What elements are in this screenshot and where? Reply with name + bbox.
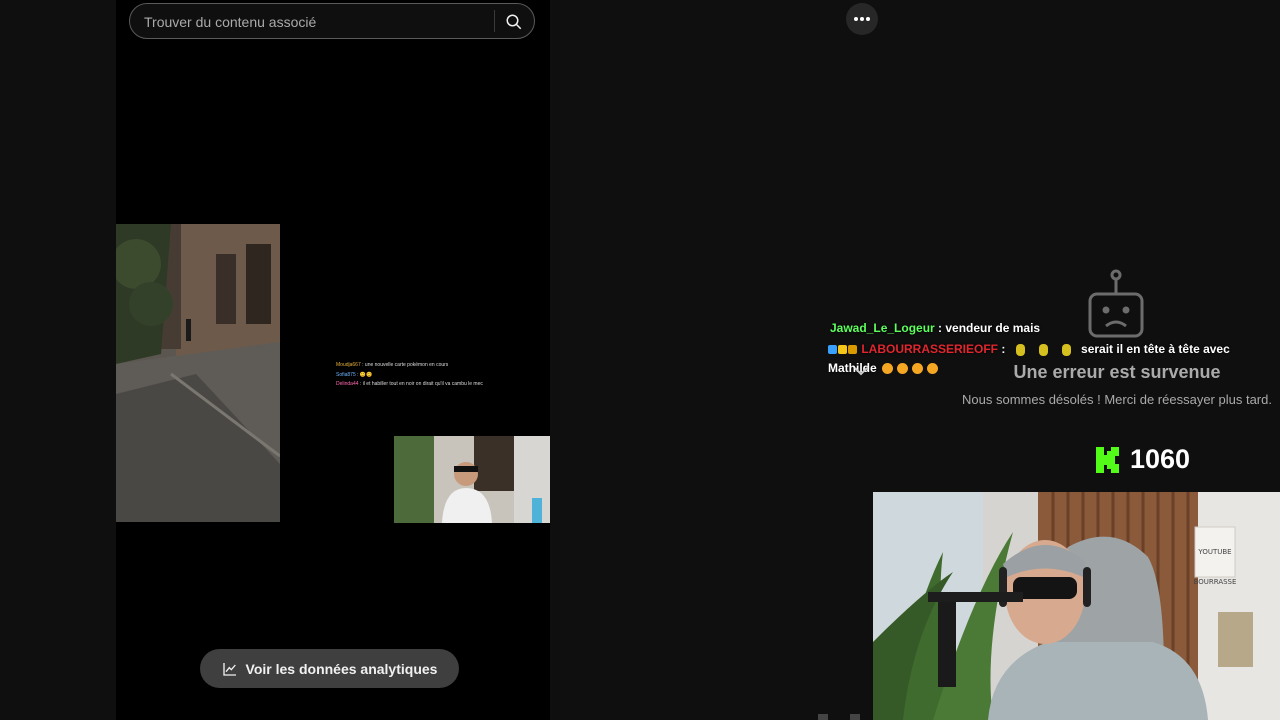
related-search-input[interactable] <box>142 4 486 40</box>
chat-badge <box>848 345 857 355</box>
error-message: Nous sommes désolés ! Merci de réessayer… <box>962 392 1272 407</box>
mini-chat-text: : une nouvelle carte pokémon en cours <box>360 362 449 368</box>
chevron-down-icon[interactable] <box>853 366 869 376</box>
mini-chat-text: : 😊😊 <box>355 371 373 378</box>
corn-emote <box>1015 343 1025 356</box>
chat-text: vendeur de mais <box>945 321 1041 335</box>
emoji <box>882 363 894 375</box>
mini-chat-text: : il et habiller tout en noir on dirait … <box>358 381 483 387</box>
chat-message: LABOURRASSERIEOFF : serait il en tête à … <box>826 340 1256 378</box>
mini-chat-overlay: Moudja667 : une nouvelle carte pokémon e… <box>336 361 536 390</box>
street-video-frame <box>116 224 280 522</box>
analytics-chart-icon <box>222 662 236 676</box>
more-options-button[interactable] <box>846 3 878 35</box>
corn-emote <box>1061 343 1071 356</box>
related-search-bar <box>129 3 535 40</box>
chat-separator: : <box>934 321 946 335</box>
stream-chat-overlay: Jawad_Le_Logeur : vendeur de mais LABOUR… <box>826 319 1256 378</box>
more-icon <box>854 17 870 21</box>
emoji <box>912 363 924 375</box>
chat-username: LABOURRASSERIEOFF <box>861 342 999 356</box>
chat-separator: : <box>998 342 1009 356</box>
view-analytics-button[interactable]: Voir les données analytiques <box>200 649 459 688</box>
kick-viewer-counter: 1060 <box>1096 444 1190 475</box>
chat-badge <box>838 345 847 355</box>
mini-chat-user: Delinda44 <box>336 381 359 387</box>
streamer-webcam: YOUTUBE BOURRASSE <box>873 492 1280 720</box>
bottom-controls-icon <box>818 714 860 720</box>
sign-line-1: YOUTUBE <box>1197 548 1231 556</box>
chat-text: serait il en tête à tête avec <box>1081 342 1230 356</box>
chat-username: Jawad_Le_Logeur <box>830 321 935 335</box>
search-divider <box>494 10 495 32</box>
mini-chat-line: Moudja667 : une nouvelle carte pokémon e… <box>336 361 536 371</box>
streamer-webcam-small <box>394 436 550 523</box>
mini-chat-user: Sofia875 <box>336 371 356 378</box>
chat-badge <box>828 345 837 355</box>
corn-emote <box>1038 343 1048 356</box>
kick-logo-icon <box>1096 446 1119 473</box>
view-analytics-label: Voir les données analytiques <box>245 660 438 677</box>
emoji <box>897 363 909 375</box>
chat-message: Jawad_Le_Logeur : vendeur de mais <box>826 319 1256 338</box>
sign-line-2: BOURRASSE <box>1194 578 1237 586</box>
search-button[interactable] <box>500 8 528 36</box>
search-icon <box>506 14 522 30</box>
mini-chat-line: Sofia875 : 😊😊 <box>336 371 536 381</box>
mini-chat-user: Moudja667 <box>336 362 361 368</box>
kick-count: 1060 <box>1130 444 1191 474</box>
emoji <box>927 363 939 375</box>
mini-chat-line: Delinda44 : il et habiller tout en noir … <box>336 380 536 390</box>
